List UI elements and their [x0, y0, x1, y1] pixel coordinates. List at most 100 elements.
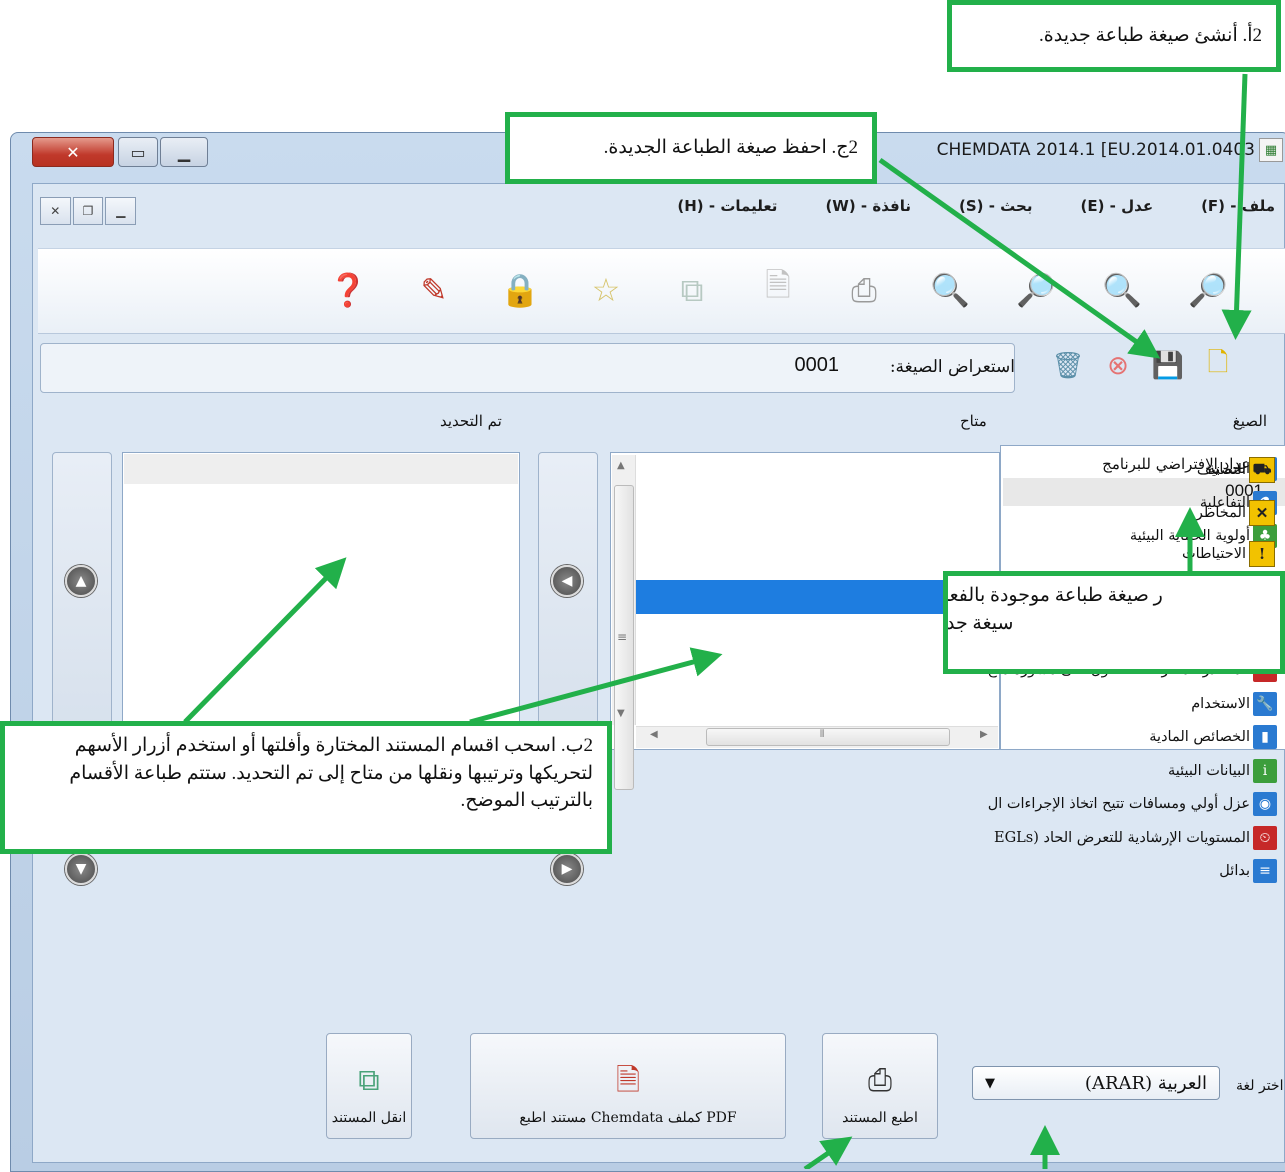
- truck-icon: ⛟: [1249, 457, 1275, 483]
- preview-label: استعراض الصيغة:: [889, 357, 1015, 377]
- scroll-down-icon[interactable]: ▼: [617, 708, 625, 719]
- available-item-label: الاستخدام: [1191, 695, 1250, 712]
- window-minimize-button[interactable]: ▁: [160, 137, 208, 167]
- selected-item-classification[interactable]: ⛟ التصنيف: [1197, 457, 1275, 483]
- forms-header: الصيغ: [1232, 412, 1267, 430]
- pdf-icon[interactable]: 🗎: [756, 266, 800, 312]
- available-item[interactable]: ⏲ المستويات الإرشادية للتعرض الحاد (EGLs: [909, 824, 1277, 852]
- callout-2c-text: 2ج. احفظ صيغة الطباعة الجديدة.: [603, 137, 858, 159]
- search-table-icon[interactable]: 🔍: [1100, 268, 1144, 312]
- edit-notes-icon[interactable]: ✎: [412, 268, 456, 312]
- available-item-label: بدائل: [1219, 863, 1250, 879]
- order-arrows: ▲ ▼: [52, 452, 112, 885]
- move-up-icon[interactable]: ▲: [65, 565, 97, 597]
- callout-2c: 2ج. احفظ صيغة الطباعة الجديدة.: [505, 112, 877, 184]
- print-pdf-label: مستند اطبع Chemdata كملف PDF: [519, 1110, 737, 1126]
- menu-search[interactable]: (S) - بحث: [959, 197, 1033, 227]
- language-value: العربية (ARAR): [1084, 1072, 1207, 1094]
- move-document-button[interactable]: ⧉ انقل المستند: [326, 1033, 412, 1139]
- preview-bar: [40, 343, 1015, 393]
- pdf-icon: 🗎: [615, 1063, 641, 1098]
- delete-form-icon[interactable]: 🗑: [1050, 348, 1086, 384]
- available-item[interactable]: ◉ عزل أولي ومسافات تتيح اتخاذ الإجراءات ا…: [909, 790, 1277, 818]
- cancel-icon[interactable]: ⊗: [1100, 348, 1136, 384]
- search-target-icon[interactable]: 🔍: [928, 268, 972, 312]
- available-hscroll-thumb[interactable]: [706, 728, 950, 746]
- language-label: اختر لغة: [1236, 1078, 1284, 1094]
- print-document-label: اطبع المستند: [842, 1110, 918, 1126]
- selected-item-label: الاحتياطات: [1181, 546, 1246, 562]
- selected-item-label: المخاطر: [1195, 505, 1246, 521]
- favorites-icon[interactable]: ☆: [584, 268, 628, 312]
- help-icon[interactable]: ❓: [326, 268, 370, 312]
- menu-edit[interactable]: (E) - عدل: [1081, 197, 1154, 227]
- selected-header: تم التحديد: [440, 412, 502, 430]
- target-icon: ◉: [1253, 792, 1277, 816]
- window-title: CHEMDATA 2014.1 [EU.2014.01.0403: [936, 140, 1255, 160]
- scroll-up-icon[interactable]: ▲: [617, 460, 625, 471]
- lock-edit-icon[interactable]: 🔒: [498, 268, 542, 312]
- mdi-close-button[interactable]: ✕: [40, 197, 71, 225]
- window-close-button[interactable]: ✕: [32, 137, 114, 167]
- callout-2d-line2: سيغة جديدة.: [943, 612, 1014, 634]
- available-item[interactable]: ≡ بدائل: [909, 857, 1277, 885]
- save-icon[interactable]: 💾: [1150, 348, 1186, 384]
- wrench-icon: 🔧: [1253, 691, 1277, 716]
- printer-icon: ⎙: [868, 1063, 892, 1098]
- print-pdf-button[interactable]: 🗎 مستند اطبع Chemdata كملف PDF: [470, 1033, 786, 1139]
- callout-2a: 2أ. أنشئ صيغة طباعة جديدة.: [947, 0, 1281, 72]
- callout-2b-text: 2ب. اسحب اقسام المستند المختارة وأفلتها …: [69, 735, 593, 812]
- move-down-icon[interactable]: ▼: [65, 853, 97, 885]
- callout-2d-line1: ر صيغة طباعة موجودة بالفعل أو: [948, 585, 1163, 606]
- bar-chart-icon: ▮: [1253, 725, 1277, 749]
- hscroll-grip-icon: ⫴: [820, 729, 825, 740]
- mdi-controls: ✕ ❐ ▁: [40, 197, 137, 225]
- language-select[interactable]: ▼ العربية (ARAR): [972, 1066, 1220, 1100]
- available-item-label: المستويات الإرشادية للتعرض الحاد (EGLs: [993, 829, 1250, 846]
- move-left-icon[interactable]: ◀: [551, 565, 583, 597]
- person-clock-icon: ⏲: [1253, 825, 1277, 850]
- search-flask-icon[interactable]: 🔎: [1186, 268, 1230, 312]
- scroll-grip-icon: ≡: [617, 630, 628, 644]
- callout-2d: ر صيغة طباعة موجودة بالفعل أو سيغة جديدة…: [943, 571, 1285, 674]
- selected-highlight: [124, 454, 518, 484]
- window-restore-button[interactable]: ▭: [118, 137, 158, 167]
- print-icon[interactable]: ⎙: [842, 268, 886, 312]
- available-item[interactable]: i البيانات البيئية: [909, 757, 1277, 785]
- menu-window[interactable]: (W) - نافذة: [825, 197, 911, 227]
- hazard-icon: ✕: [1249, 500, 1275, 526]
- available-item-label: البيانات البيئية: [1167, 762, 1250, 779]
- selected-list: [122, 452, 520, 750]
- mdi-minimize-button[interactable]: ▁: [105, 197, 137, 225]
- callout-2b: 2ب. اسحب اقسام المستند المختارة وأفلتها …: [0, 721, 612, 854]
- menu-bar: (H) - تعليمات (W) - نافذة (S) - بحث (E) …: [677, 197, 1275, 227]
- move-document-icon[interactable]: ⧉: [670, 268, 714, 312]
- available-header: متاح: [960, 412, 987, 430]
- move-document-label: انقل المستند: [331, 1110, 407, 1126]
- mdi-restore-button[interactable]: ❐: [72, 197, 104, 225]
- selected-item-precautions[interactable]: ! الاحتياطات: [1182, 541, 1275, 567]
- callout-2a-text: 2أ. أنشئ صيغة طباعة جديدة.: [1039, 25, 1262, 47]
- move-right-icon[interactable]: ▶: [551, 853, 583, 885]
- scroll-left-icon[interactable]: ◀: [650, 729, 658, 740]
- new-form-icon[interactable]: 🗋: [1200, 348, 1236, 384]
- app-icon: ▦: [1259, 138, 1283, 162]
- menu-file[interactable]: (F) - ملف: [1201, 197, 1275, 227]
- print-document-button[interactable]: ⎙ اطبع المستند: [822, 1033, 938, 1139]
- menu-help[interactable]: (H) - تعليمات: [677, 197, 777, 227]
- available-item-label: عزل أولي ومسافات تتيح اتخاذ الإجراءات ال: [987, 796, 1250, 812]
- chevron-down-icon: ▼: [985, 1075, 995, 1091]
- move-document-icon: ⧉: [358, 1063, 380, 1098]
- available-item[interactable]: 🔧 الاستخدام: [909, 690, 1277, 718]
- list-icon: ≡: [1253, 859, 1277, 883]
- form-toolbar: 🗑 ⊗ 💾 🗋: [1050, 343, 1236, 389]
- search-add-icon[interactable]: 🔎: [1014, 268, 1058, 312]
- preview-value: 0001: [794, 354, 840, 376]
- selected-item-label: التصنيف: [1196, 462, 1246, 478]
- selected-item-hazards[interactable]: ✕ المخاطر: [1196, 500, 1275, 526]
- main-toolbar: [38, 248, 1285, 334]
- transfer-arrows: ◀ ▶: [538, 452, 598, 885]
- exclamation-icon: !: [1249, 541, 1275, 567]
- available-item-label: الخصائص المادية: [1149, 729, 1250, 745]
- scroll-right-icon[interactable]: ▶: [980, 729, 988, 740]
